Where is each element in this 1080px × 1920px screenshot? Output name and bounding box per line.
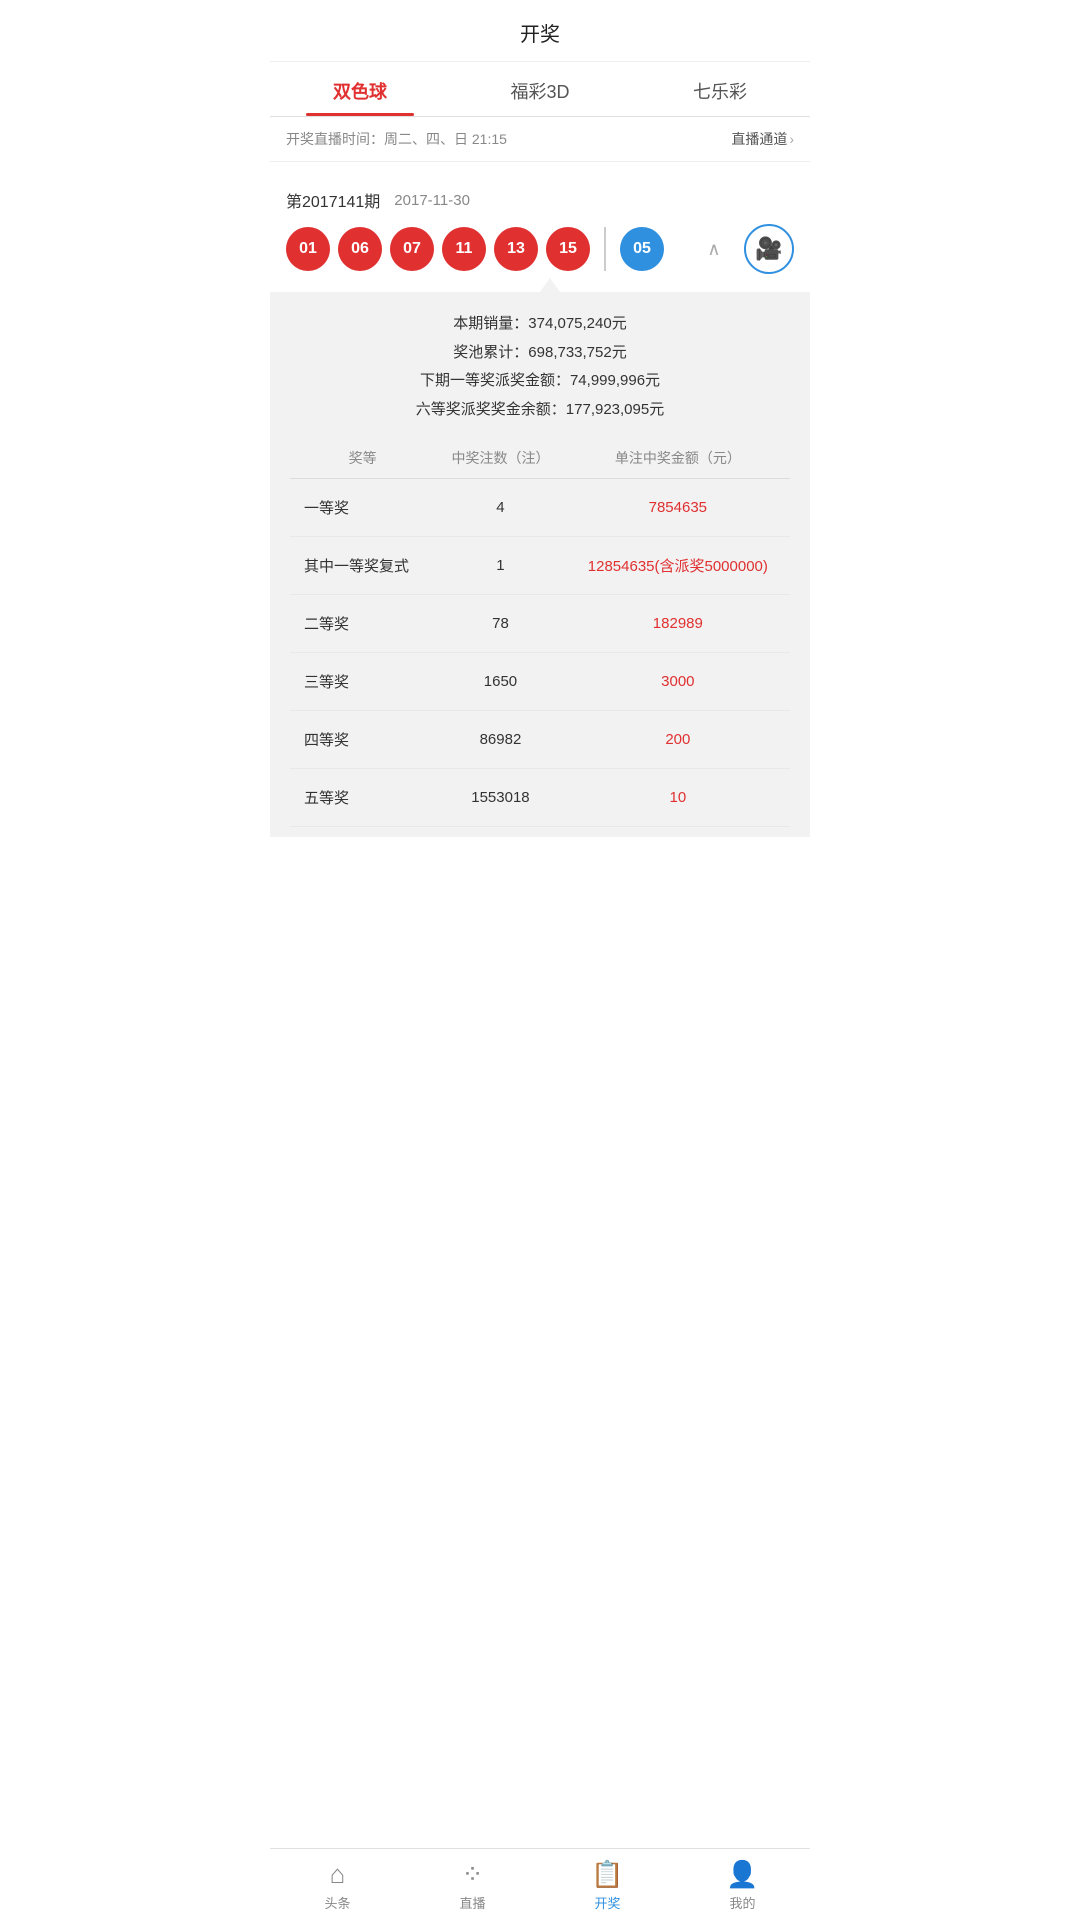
prize-count: 1650 — [435, 653, 565, 711]
prize-count: 86982 — [435, 711, 565, 769]
video-button[interactable]: 🎥 — [744, 224, 794, 274]
prize-rank: 四等奖 — [290, 711, 435, 769]
tab-qilecai[interactable]: 七乐彩 — [630, 62, 810, 116]
grid-icon: ⁘ — [462, 1859, 484, 1890]
prize-amount: 12854635(含派奖5000000) — [566, 537, 790, 595]
summary-line1-label: 本期销量： — [453, 315, 528, 332]
draw-header: 第2017141期 2017-11-30 — [286, 188, 794, 212]
video-camera-icon: 🎥 — [755, 236, 782, 262]
red-ball-2: 06 — [338, 227, 382, 271]
nav-kaijian[interactable]: 📋 开奖 — [540, 1849, 675, 1920]
table-row: 其中一等奖复式112854635(含派奖5000000) — [290, 537, 790, 595]
red-ball-1: 01 — [286, 227, 330, 271]
prize-table: 奖等 中奖注数（注） 单注中奖金额（元） 一等奖47854635其中一等奖复式1… — [290, 438, 790, 827]
nav-toutiao-label: 头条 — [324, 1893, 350, 1912]
draw-row: 01 06 07 11 13 15 05 ∧ 🎥 — [286, 224, 794, 274]
prize-amount: 3000 — [566, 653, 790, 711]
prize-rank: 三等奖 — [290, 653, 435, 711]
red-ball-3: 07 — [390, 227, 434, 271]
tab-bar: 双色球 福彩3D 七乐彩 — [270, 62, 810, 117]
tab-shuangseqiu[interactable]: 双色球 — [270, 62, 450, 116]
prize-rank: 二等奖 — [290, 595, 435, 653]
summary-line3-label: 下期一等奖派奖金额： — [420, 372, 570, 389]
table-row: 四等奖86982200 — [290, 711, 790, 769]
draw-issue: 第2017141期 — [286, 188, 380, 212]
nav-zhibo-label: 直播 — [459, 1893, 485, 1912]
table-header-amount: 单注中奖金额（元） — [566, 438, 790, 479]
bottom-nav: ⌂ 头条 ⁘ 直播 📋 开奖 👤 我的 — [270, 1848, 810, 1920]
nav-wode[interactable]: 👤 我的 — [675, 1849, 810, 1920]
summary-line4-value: 177,923,095元 — [566, 401, 664, 418]
caret-area — [286, 274, 794, 292]
summary-line2-value: 698,733,752元 — [528, 344, 626, 361]
table-row: 二等奖78182989 — [290, 595, 790, 653]
broadcast-bar: 开奖直播时间：周二、四、日 21:15 直播通道 › — [270, 117, 810, 162]
prize-amount: 182989 — [566, 595, 790, 653]
details-panel: 本期销量：374,075,240元 奖池累计：698,733,752元 下期一等… — [270, 292, 810, 837]
expand-arrow-icon — [540, 278, 560, 292]
table-row: 三等奖16503000 — [290, 653, 790, 711]
summary-line1-value: 374,075,240元 — [528, 315, 626, 332]
draw-date: 2017-11-30 — [394, 192, 470, 209]
table-header-rank: 奖等 — [290, 438, 435, 479]
red-ball-6: 15 — [546, 227, 590, 271]
prize-count: 78 — [435, 595, 565, 653]
prize-rank: 其中一等奖复式 — [290, 537, 435, 595]
red-ball-5: 13 — [494, 227, 538, 271]
collapse-button[interactable]: ∧ — [696, 231, 732, 267]
draw-controls: ∧ 🎥 — [696, 224, 794, 274]
nav-toutiao[interactable]: ⌂ 头条 — [270, 1849, 405, 1920]
summary-line4-label: 六等奖派奖奖金余额： — [416, 401, 566, 418]
broadcast-channel-label: 直播通道 — [731, 129, 787, 149]
prize-count: 1 — [435, 537, 565, 595]
prize-rank: 五等奖 — [290, 769, 435, 827]
prize-amount: 10 — [566, 769, 790, 827]
broadcast-time: 开奖直播时间：周二、四、日 21:15 — [286, 129, 507, 149]
prize-rank: 一等奖 — [290, 479, 435, 537]
blue-ball: 05 — [620, 227, 664, 271]
chevron-right-icon: › — [789, 131, 794, 147]
prize-amount: 200 — [566, 711, 790, 769]
broadcast-channel-link[interactable]: 直播通道 › — [731, 129, 794, 149]
summary-text: 本期销量：374,075,240元 奖池累计：698,733,752元 下期一等… — [290, 310, 790, 424]
nav-wode-label: 我的 — [729, 1893, 755, 1912]
red-balls: 01 06 07 11 13 15 — [286, 227, 590, 271]
balls-container: 01 06 07 11 13 15 05 — [286, 227, 686, 271]
table-row: 一等奖47854635 — [290, 479, 790, 537]
summary-line3-value: 74,999,996元 — [570, 372, 660, 389]
draw-section: 第2017141期 2017-11-30 01 06 07 11 13 15 0… — [270, 172, 810, 292]
table-header-count: 中奖注数（注） — [435, 438, 565, 479]
clipboard-icon: 📋 — [591, 1859, 623, 1890]
nav-kaijian-label: 开奖 — [594, 1893, 620, 1912]
nav-zhibo[interactable]: ⁘ 直播 — [405, 1849, 540, 1920]
red-ball-4: 11 — [442, 227, 486, 271]
summary-line2-label: 奖池累计： — [453, 344, 528, 361]
tab-fucai3d[interactable]: 福彩3D — [450, 62, 630, 116]
ball-divider — [604, 227, 606, 271]
table-row: 五等奖155301810 — [290, 769, 790, 827]
page-title: 开奖 — [270, 0, 810, 62]
person-icon: 👤 — [726, 1859, 758, 1890]
prize-count: 1553018 — [435, 769, 565, 827]
prize-count: 4 — [435, 479, 565, 537]
chevron-up-icon: ∧ — [707, 239, 720, 260]
prize-amount: 7854635 — [566, 479, 790, 537]
home-icon: ⌂ — [330, 1859, 346, 1890]
